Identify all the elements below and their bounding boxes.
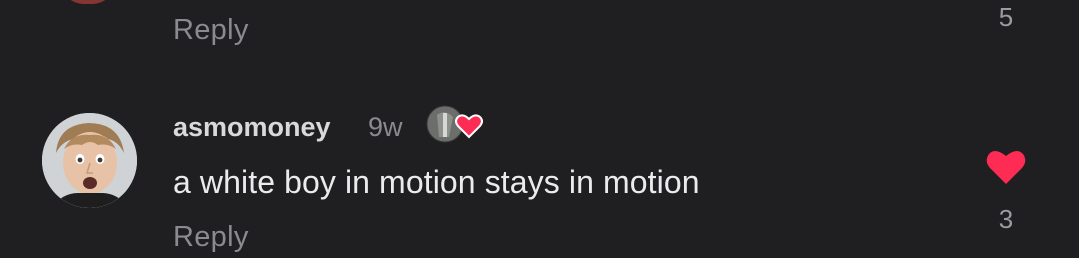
comment-time: 9w <box>368 112 403 142</box>
avatar[interactable] <box>42 113 137 208</box>
creator-liked-badge <box>425 103 485 145</box>
comments-panel: Reply 5 asmomoney 9w a white boy in moti… <box>0 0 1079 258</box>
creator-liked-heart-icon <box>426 105 483 143</box>
comment-text: a white boy in motion stays in motion <box>173 164 700 200</box>
avatar-image <box>42 113 137 208</box>
username[interactable]: asmomoney <box>173 112 331 143</box>
heart-icon <box>986 150 1026 184</box>
previous-reply-button[interactable]: Reply <box>173 14 249 47</box>
previous-like-count: 5 <box>998 2 1014 32</box>
previous-comment-avatar[interactable] <box>60 0 116 4</box>
like-count: 3 <box>998 204 1014 234</box>
like-button[interactable] <box>985 146 1027 186</box>
reply-button[interactable]: Reply <box>173 221 249 254</box>
